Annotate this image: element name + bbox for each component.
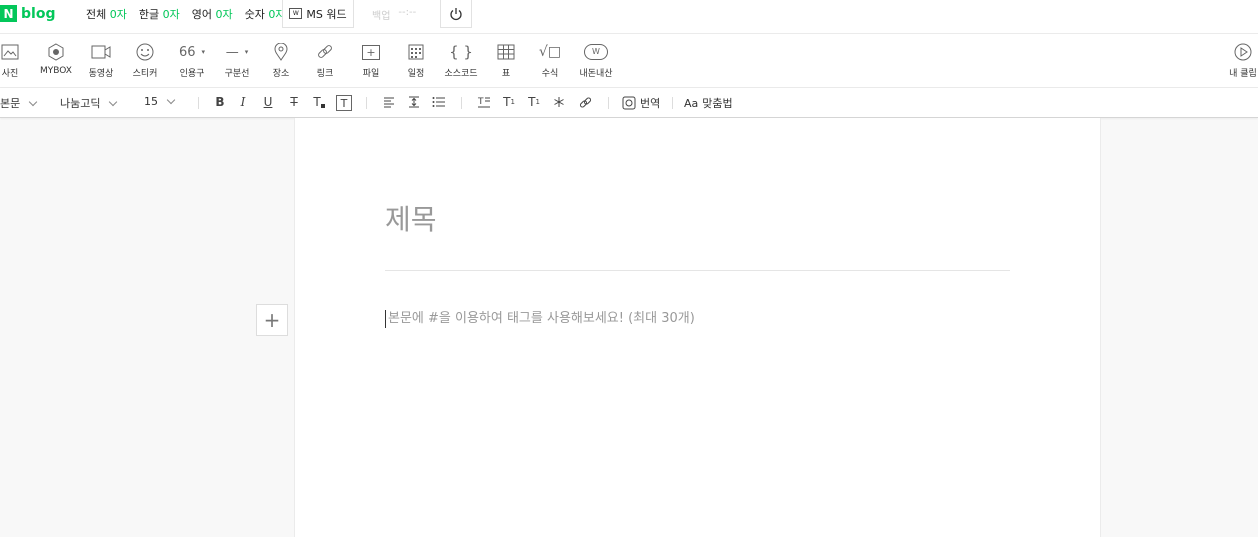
insert-myclip-button[interactable]: 내 클립	[1228, 42, 1258, 82]
insert-toolbar: 사진 MYBOX 동영상 스티커 66 ▾ 인용구 — ▾ 구분선 장소 링크 + …	[0, 34, 1258, 88]
paragraph-style-select[interactable]: 본문	[0, 95, 38, 111]
divider	[672, 97, 673, 109]
mybox-icon	[48, 43, 64, 61]
backup-time: --:--	[398, 7, 417, 18]
video-icon	[91, 45, 111, 59]
font-size-select[interactable]: 15	[144, 95, 176, 108]
formula-icon: √□	[538, 44, 562, 60]
align-left-icon	[384, 97, 394, 108]
insert-code-button[interactable]: { } 소스코드	[440, 42, 482, 82]
insert-divider-button[interactable]: — ▾ 구분선	[220, 42, 254, 82]
chevron-down-icon	[109, 97, 118, 106]
spellcheck-icon: Aa	[684, 96, 699, 110]
insert-sticker-button[interactable]: 스티커	[130, 42, 160, 82]
body-input[interactable]: 본문에 #을 이용하여 태그를 사용해보세요! (최대 30개)	[385, 310, 695, 328]
svg-text:T: T	[477, 97, 484, 107]
background-color-button[interactable]: T	[336, 95, 352, 111]
ms-word-label: MS 워드	[306, 7, 347, 21]
list-button[interactable]	[430, 93, 448, 111]
count-total: 전체 0자	[86, 8, 127, 21]
bullet-list-icon	[432, 97, 445, 107]
divider	[366, 97, 367, 109]
schedule-icon	[408, 44, 424, 60]
power-icon	[450, 7, 462, 20]
top-bar: N blog 전체 0자 한글 0자 영어 0자 숫자 0자 W MS 워드 백…	[0, 0, 1258, 34]
insert-photo-button[interactable]: 사진	[0, 42, 20, 82]
special-char-button[interactable]	[550, 93, 568, 111]
count-korean: 한글 0자	[138, 8, 180, 21]
photo-icon	[1, 44, 19, 60]
insert-schedule-button[interactable]: 일정	[403, 42, 429, 82]
title-divider	[385, 270, 1010, 271]
letter-spacing-button[interactable]: T	[475, 93, 493, 111]
quote-icon: 66	[178, 44, 196, 60]
translate-button[interactable]: 번역	[622, 95, 660, 111]
divider	[461, 97, 462, 109]
insert-place-button[interactable]: 장소	[268, 42, 294, 82]
insert-link-button[interactable]: 링크	[312, 42, 338, 82]
align-button[interactable]	[380, 93, 398, 111]
ms-word-icon: W	[289, 8, 303, 19]
italic-button[interactable]: I	[234, 93, 252, 111]
naver-n-icon: N	[0, 5, 17, 22]
paid-review-icon: W	[584, 44, 608, 60]
format-toolbar: 본문 나눔고딕 15 B I U T T T T T1 T1 번역 Aa 맞춤법	[0, 88, 1258, 118]
divider-icon: —	[225, 44, 239, 60]
insert-file-button[interactable]: + 파일	[358, 42, 384, 82]
spellcheck-button[interactable]: Aa 맞춤법	[684, 95, 733, 111]
ms-word-button[interactable]: W MS 워드	[282, 0, 354, 28]
divider	[608, 97, 609, 109]
count-number: 숫자 0자	[244, 8, 286, 21]
subscript-button[interactable]: T1	[525, 93, 543, 111]
backup-label: 백업	[372, 11, 391, 22]
asterisk-icon	[554, 97, 564, 107]
font-color-button[interactable]: T	[310, 93, 328, 111]
chevron-down-icon	[29, 97, 38, 106]
link-button[interactable]	[576, 93, 594, 111]
letter-spacing-icon: T	[477, 97, 490, 108]
insert-mybox-button[interactable]: MYBOX	[36, 42, 76, 82]
line-height-button[interactable]	[405, 93, 423, 111]
translate-icon	[622, 96, 636, 110]
code-icon: { }	[449, 43, 473, 61]
strikethrough-button[interactable]: T	[285, 93, 303, 111]
naver-blog-logo[interactable]: N blog	[0, 5, 55, 22]
myclip-icon	[1234, 43, 1252, 61]
sticker-icon	[136, 43, 154, 61]
insert-quote-button[interactable]: 66 ▾ 인용구	[174, 42, 210, 82]
title-input[interactable]: 제목	[385, 198, 437, 238]
link-icon	[318, 45, 332, 58]
count-english: 영어 0자	[191, 8, 233, 21]
blog-logo-text: blog	[21, 5, 56, 22]
bold-button[interactable]: B	[211, 93, 229, 111]
insert-table-button[interactable]: 표	[494, 42, 518, 82]
add-component-button[interactable]: +	[256, 304, 288, 336]
insert-video-button[interactable]: 동영상	[86, 42, 116, 82]
place-icon	[274, 43, 288, 61]
backup-status: 백업 --:--	[372, 7, 416, 22]
table-icon	[497, 44, 515, 60]
char-counts: 전체 0자 한글 0자 영어 0자 숫자 0자	[86, 6, 286, 22]
file-icon: +	[362, 44, 380, 60]
power-button[interactable]	[440, 0, 472, 28]
font-family-select[interactable]: 나눔고딕	[60, 95, 118, 111]
link-icon	[579, 96, 591, 108]
superscript-button[interactable]: T1	[500, 93, 518, 111]
underline-button[interactable]: U	[259, 93, 277, 111]
insert-formula-button[interactable]: √□ 수식	[536, 42, 564, 82]
editor-canvas: 제목 본문에 #을 이용하여 태그를 사용해보세요! (최대 30개)	[294, 118, 1101, 537]
chevron-down-icon	[166, 95, 176, 105]
line-height-icon	[409, 96, 419, 108]
divider	[198, 97, 199, 109]
insert-paid-review-button[interactable]: W 내돈내산	[576, 42, 616, 82]
